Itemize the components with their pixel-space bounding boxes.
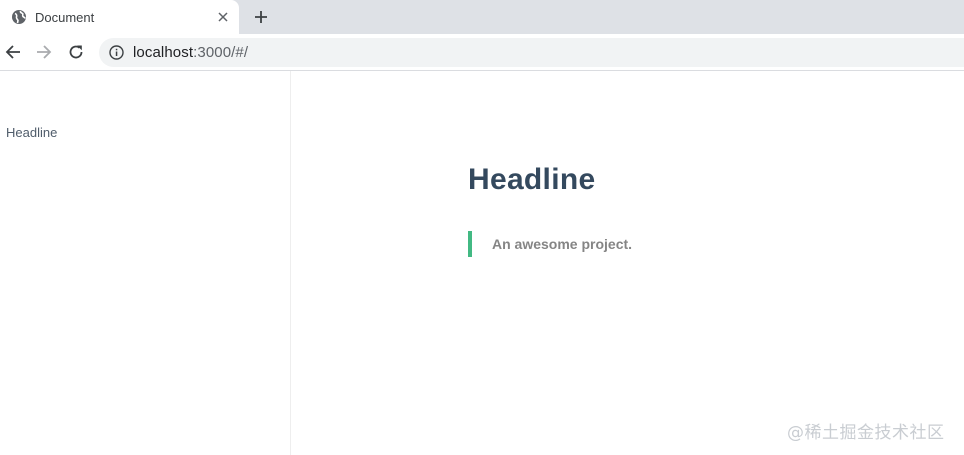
main-content: Headline An awesome project. bbox=[291, 71, 964, 455]
forward-button[interactable] bbox=[34, 42, 54, 62]
sidebar: Headline bbox=[0, 71, 291, 455]
tab-title: Document bbox=[35, 10, 95, 25]
back-button[interactable] bbox=[3, 42, 23, 62]
watermark: @稀土掘金技术社区 bbox=[787, 423, 945, 443]
sidebar-item-headline[interactable]: Headline bbox=[6, 125, 57, 140]
blockquote: An awesome project. bbox=[468, 231, 632, 257]
tab-strip: Document bbox=[0, 0, 964, 34]
globe-icon bbox=[11, 9, 27, 25]
new-tab-button[interactable] bbox=[251, 7, 271, 27]
arrow-right-icon bbox=[37, 45, 52, 59]
reload-icon bbox=[69, 45, 83, 59]
tab-document[interactable]: Document bbox=[0, 0, 239, 34]
browser-toolbar: localhost:3000/#/ bbox=[0, 34, 964, 71]
address-bar[interactable]: localhost:3000/#/ bbox=[99, 38, 964, 67]
info-icon[interactable] bbox=[109, 45, 124, 60]
arrow-left-icon bbox=[5, 45, 20, 59]
page-title: Headline bbox=[468, 163, 596, 196]
plus-icon bbox=[255, 11, 267, 23]
blockquote-text: An awesome project. bbox=[492, 236, 633, 252]
close-icon[interactable] bbox=[214, 8, 232, 26]
reload-button[interactable] bbox=[66, 42, 86, 62]
url-host: localhost bbox=[133, 44, 194, 61]
url-text: localhost:3000/#/ bbox=[133, 44, 248, 61]
url-path: :3000/#/ bbox=[193, 44, 249, 61]
